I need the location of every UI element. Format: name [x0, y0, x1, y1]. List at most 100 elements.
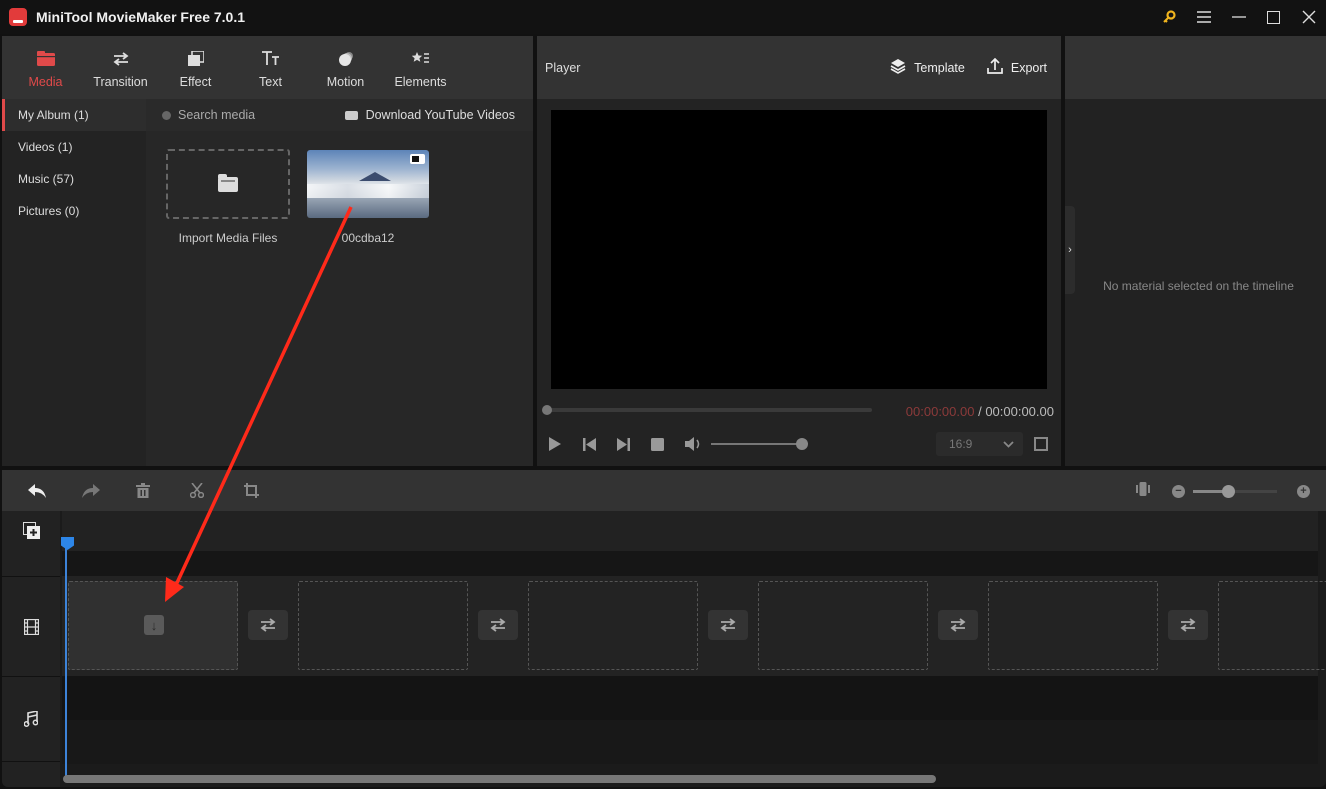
play-button[interactable] [549, 435, 583, 453]
volume-handle[interactable] [796, 438, 808, 450]
video-clip-slot[interactable] [298, 581, 468, 670]
layers-icon [187, 47, 204, 71]
chevron-right-icon: › [1068, 244, 1072, 256]
media-clip-name: 00cdba12 [341, 231, 395, 245]
sidebar-item-videos[interactable]: Videos (1) [2, 131, 146, 163]
player-title: Player [545, 60, 581, 75]
timeline-ruler[interactable] [62, 511, 1318, 551]
timeline-toolbar: − + [2, 470, 1326, 511]
tab-elements[interactable]: Elements [383, 36, 458, 99]
audio-track-secondary [62, 720, 1318, 764]
album-sidebar: My Album (1) Videos (1) Music (57) Pictu… [2, 99, 146, 466]
minimize-icon[interactable] [1221, 0, 1256, 34]
tab-label: Motion [326, 74, 365, 89]
key-icon[interactable] [1151, 0, 1186, 34]
video-clip-slot[interactable] [758, 581, 928, 670]
video-clip-slot[interactable] [528, 581, 698, 670]
time-display: 00:00:00.00 / 00:00:00.00 [906, 404, 1054, 419]
seek-bar[interactable] [542, 405, 872, 415]
stop-button[interactable] [651, 435, 685, 453]
music-track-icon [2, 711, 60, 727]
transition-slot-button[interactable] [1168, 610, 1208, 640]
aspect-ratio-select[interactable]: 16:9 [936, 432, 1023, 456]
tab-label: Elements [394, 74, 447, 89]
app-title: MiniTool MovieMaker Free 7.0.1 [36, 9, 246, 25]
template-label: Template [914, 60, 965, 75]
video-clip-slot[interactable] [1218, 581, 1326, 670]
volume-slider[interactable] [711, 438, 808, 450]
youtube-download-icon [344, 110, 358, 120]
video-camera-icon [410, 154, 425, 164]
tab-label: Media [28, 74, 63, 89]
tab-text[interactable]: Text [233, 36, 308, 99]
total-time: 00:00:00.00 [985, 404, 1054, 419]
fullscreen-icon[interactable] [1034, 437, 1048, 451]
zoom-slider-handle[interactable] [1222, 485, 1236, 498]
thumbnail-clouds [307, 184, 429, 198]
star-list-icon [411, 47, 430, 71]
export-button[interactable]: Export [987, 57, 1047, 77]
download-youtube-button[interactable]: Download YouTube Videos [344, 108, 515, 122]
sidebar-item-pictures[interactable]: Pictures (0) [2, 195, 146, 227]
import-media-button[interactable] [166, 149, 290, 219]
tab-motion[interactable]: Motion [308, 36, 383, 99]
media-clip-thumbnail[interactable] [307, 150, 429, 218]
timeline-zoom-slider[interactable] [1193, 485, 1277, 498]
sidebar-item-my-album[interactable]: My Album (1) [2, 99, 146, 131]
split-button[interactable] [190, 481, 244, 501]
swap-icon [490, 618, 506, 632]
app-logo-icon [9, 8, 27, 26]
tab-transition[interactable]: Transition [83, 36, 158, 99]
transition-slot-button[interactable] [478, 610, 518, 640]
folder-icon [218, 173, 238, 192]
template-button[interactable]: Template [890, 58, 965, 77]
timeline-panel: − + ↓ [2, 470, 1326, 787]
tab-media[interactable]: Media [8, 36, 83, 99]
seek-handle[interactable] [542, 405, 552, 415]
time-separator: / [974, 404, 986, 419]
maximize-icon[interactable] [1256, 0, 1291, 34]
fit-timeline-icon[interactable] [1136, 482, 1150, 501]
export-label: Export [1010, 60, 1047, 75]
overlay-track [62, 551, 1318, 576]
next-frame-button[interactable] [617, 435, 651, 453]
video-track-icon [2, 619, 60, 635]
menu-icon[interactable] [1186, 0, 1221, 34]
transition-slot-button[interactable] [248, 610, 288, 640]
swap-icon [1180, 618, 1196, 632]
zoom-out-button[interactable]: − [1172, 485, 1185, 498]
search-input[interactable]: Search media [162, 108, 255, 122]
add-track-icon[interactable] [2, 522, 60, 539]
close-icon[interactable] [1291, 0, 1326, 34]
zoom-in-button[interactable]: + [1297, 485, 1310, 498]
properties-header [1065, 36, 1326, 99]
swap-icon [112, 47, 130, 71]
redo-button[interactable] [82, 481, 136, 501]
track-headers [2, 511, 60, 787]
transition-slot-button[interactable] [938, 610, 978, 640]
crop-button[interactable] [244, 481, 298, 501]
library-tabs: Media Transition Effect Text Motion Elem… [2, 36, 533, 99]
chevron-down-icon [1003, 437, 1014, 451]
download-youtube-label: Download YouTube Videos [365, 108, 515, 122]
undo-button[interactable] [28, 481, 82, 501]
sidebar-item-music[interactable]: Music (57) [2, 163, 146, 195]
delete-button[interactable] [136, 481, 190, 501]
video-clip-slot[interactable]: ↓ [68, 581, 238, 670]
properties-panel: › No material selected on the timeline [1065, 36, 1326, 466]
current-time: 00:00:00.00 [905, 404, 975, 419]
tab-effect[interactable]: Effect [158, 36, 233, 99]
aspect-ratio-value: 16:9 [949, 437, 973, 451]
playhead-line [65, 537, 67, 777]
transition-slot-button[interactable] [708, 610, 748, 640]
previous-frame-button[interactable] [583, 435, 617, 453]
timeline-horizontal-scrollbar[interactable] [63, 775, 936, 783]
search-placeholder: Search media [178, 108, 256, 122]
text-icon [261, 47, 280, 71]
video-clip-slot[interactable] [988, 581, 1158, 670]
title-bar: MiniTool MovieMaker Free 7.0.1 [0, 0, 1326, 34]
export-icon [987, 57, 1003, 77]
volume-icon[interactable] [685, 435, 711, 453]
media-library: Search media Download YouTube Videos Imp… [146, 99, 533, 466]
audio-track [62, 676, 1318, 720]
